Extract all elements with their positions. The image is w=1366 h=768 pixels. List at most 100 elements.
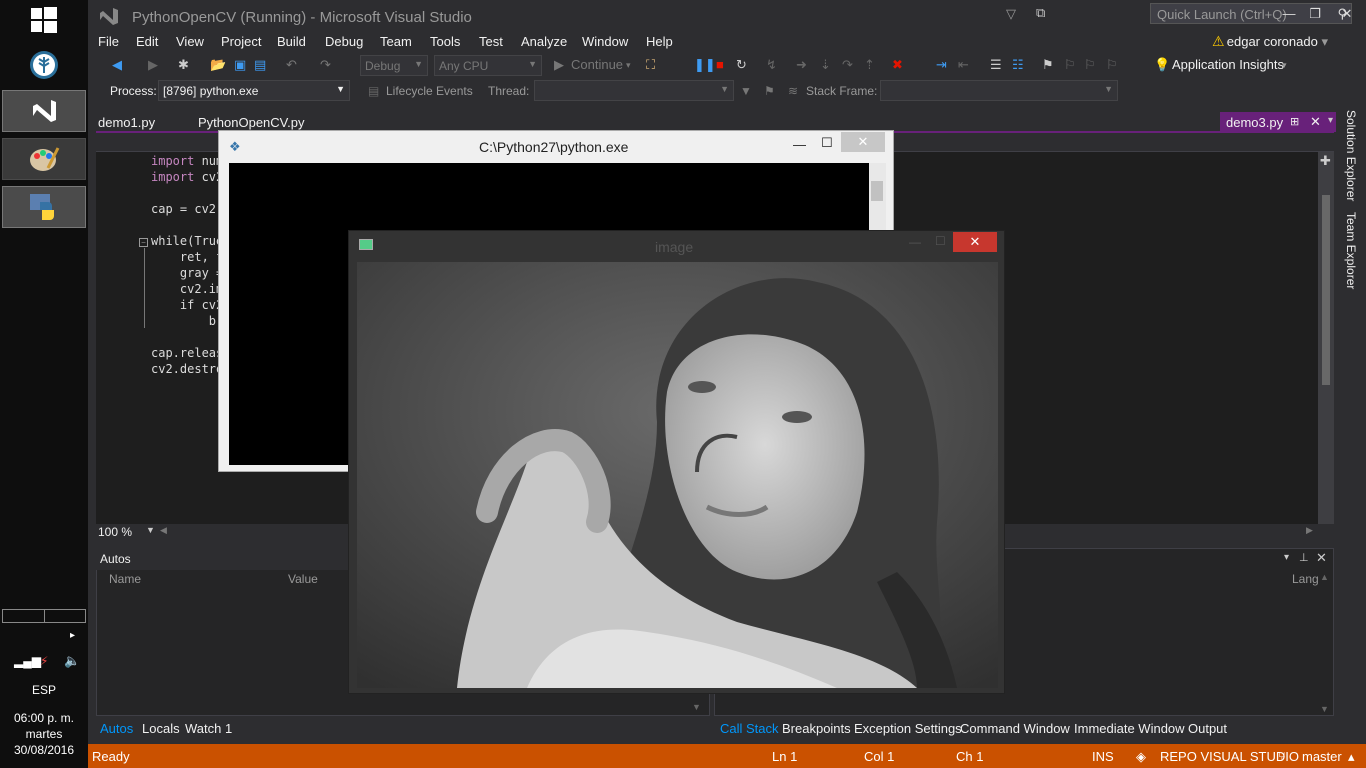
column-name[interactable]: Name <box>109 572 141 586</box>
tab-immediate-window[interactable]: Immediate Window <box>1074 721 1185 736</box>
continue-icon[interactable]: ▶ <box>554 57 564 73</box>
filter-icon[interactable]: ▼ <box>740 84 752 98</box>
menu-debug[interactable]: Debug <box>325 34 363 49</box>
outdent-icon[interactable]: ⇤ <box>958 57 969 73</box>
scroll-down-icon[interactable]: ▼ <box>1320 704 1329 714</box>
pin-icon[interactable]: ⊞ <box>1290 115 1299 128</box>
new-project-icon[interactable]: ✱ <box>178 57 189 73</box>
language-indicator[interactable]: ESP <box>0 683 88 697</box>
panel-menu-icon[interactable]: ▾ <box>1284 552 1289 563</box>
tab-watch1[interactable]: Watch 1 <box>185 721 232 736</box>
tab-locals[interactable]: Locals <box>142 721 180 736</box>
close-tab-icon[interactable]: ✕ <box>1310 114 1321 130</box>
tab-pythonopencv[interactable]: PythonOpenCV.py <box>198 115 304 130</box>
comment-icon[interactable]: ☰ <box>990 57 1002 73</box>
scroll-up-icon[interactable]: ▲ <box>1320 572 1329 582</box>
format-icon[interactable]: ⇥ <box>936 57 947 73</box>
menu-help[interactable]: Help <box>646 34 673 49</box>
next-bookmark-icon[interactable]: ⚐ <box>1084 57 1096 73</box>
tab-call-stack[interactable]: Call Stack <box>720 721 779 736</box>
menu-team[interactable]: Team <box>380 34 412 49</box>
zoom-level[interactable]: 100 % <box>98 525 132 539</box>
minimize-button[interactable]: — <box>793 137 806 152</box>
scroll-right-icon[interactable]: ▶ <box>1306 525 1313 536</box>
taskbar-app-tree[interactable] <box>0 48 88 82</box>
console-titlebar[interactable]: ❖ C:\Python27\python.exe — ☐ ✕ <box>219 131 893 163</box>
menu-analyze[interactable]: Analyze <box>521 34 567 49</box>
user-account[interactable]: edgar coronado ▾ <box>1227 34 1328 50</box>
restart-icon[interactable]: ↻ <box>736 57 747 73</box>
branch-icon[interactable]: ⑂ <box>1278 749 1286 764</box>
step-into-icon[interactable]: ➜ <box>796 57 807 73</box>
menu-view[interactable]: View <box>176 34 204 49</box>
tab-demo1[interactable]: demo1.py <box>98 115 155 130</box>
menu-build[interactable]: Build <box>277 34 306 49</box>
chevron-down-icon[interactable]: ▼ <box>146 525 155 535</box>
clock-time[interactable]: 06:00 p. m. <box>0 711 88 725</box>
collapse-icon[interactable]: − <box>139 238 148 247</box>
start-button[interactable] <box>0 4 88 36</box>
scroll-left-icon[interactable]: ◀ <box>160 525 167 536</box>
application-insights-button[interactable]: Application Insights <box>1172 57 1284 72</box>
maximize-button[interactable]: ☐ <box>821 135 833 151</box>
pause-icon[interactable]: ❚❚ <box>694 57 716 73</box>
menu-project[interactable]: Project <box>221 34 261 49</box>
filter-icon[interactable]: ▽ <box>1006 6 1016 22</box>
process-dropdown[interactable]: [8796] python.exe ▼ <box>158 80 350 101</box>
power-icon[interactable]: ⚡ <box>40 654 48 668</box>
save-all-icon[interactable]: ▤ <box>254 57 266 73</box>
column-value[interactable]: Value <box>288 572 318 586</box>
menu-edit[interactable]: Edit <box>136 34 158 49</box>
thread-dropdown[interactable]: ▼ <box>534 80 734 101</box>
minimize-button[interactable]: — <box>1276 4 1302 24</box>
prev-bookmark-icon[interactable]: ⚐ <box>1064 57 1076 73</box>
taskbar-app-visual-studio[interactable] <box>2 90 86 132</box>
platform-dropdown[interactable]: Any CPU ▼ <box>434 55 542 76</box>
attach-icon[interactable]: ⛶ <box>646 57 655 73</box>
minimize-button[interactable]: — <box>909 235 921 249</box>
close-panel-icon[interactable]: ✕ <box>1316 550 1327 566</box>
split-icon[interactable]: ✚ <box>1320 153 1331 169</box>
pin-icon[interactable]: ⊥ <box>1299 551 1309 564</box>
solution-explorer-tab[interactable]: Solution Explorer <box>1344 110 1358 201</box>
scrollbar-thumb[interactable] <box>1322 195 1330 385</box>
tab-exception-settings[interactable]: Exception Settings <box>854 721 962 736</box>
redo-icon[interactable]: ↷ <box>320 57 331 73</box>
console-scroll-thumb[interactable] <box>871 181 883 201</box>
taskbar-app-python[interactable] <box>2 186 86 228</box>
restore-button[interactable]: ❐ <box>1302 4 1328 24</box>
team-explorer-tab[interactable]: Team Explorer <box>1344 212 1358 289</box>
stack-frame-dropdown[interactable]: ▼ <box>880 80 1118 101</box>
step-out-icon[interactable]: ↷ <box>842 57 853 73</box>
undo-icon[interactable]: ↶ <box>286 57 297 73</box>
stop-icon[interactable]: ■ <box>716 57 724 72</box>
close-button[interactable]: ✕ <box>953 232 997 252</box>
continue-button[interactable]: Continue <box>571 57 623 72</box>
tab-output[interactable]: Output <box>1188 721 1227 736</box>
flag-icon[interactable]: ⚑ <box>764 84 775 98</box>
repo-icon[interactable]: ◈ <box>1136 749 1146 765</box>
taskbar-app-paint[interactable] <box>2 138 86 180</box>
show-hidden-icons-arrow[interactable]: ▸ <box>70 630 75 641</box>
tab-autos[interactable]: Autos <box>100 721 133 736</box>
warning-icon[interactable]: ⚠ <box>1212 33 1225 50</box>
lifecycle-events-button[interactable]: Lifecycle Events <box>386 84 473 98</box>
menu-window[interactable]: Window <box>582 34 628 49</box>
maximize-button[interactable]: ☐ <box>935 234 946 248</box>
threads-icon[interactable]: ≋ <box>788 84 798 98</box>
tab-command-window[interactable]: Command Window <box>960 721 1070 736</box>
tab-overflow-icon[interactable]: ▾ <box>1328 115 1333 126</box>
tab-breakpoints[interactable]: Breakpoints <box>782 721 851 736</box>
forward-icon[interactable]: ▶ <box>148 57 158 73</box>
close-button[interactable]: ✕ <box>841 132 885 152</box>
close-button[interactable]: ✕ <box>1334 4 1360 24</box>
notifications-icon[interactable]: ⧉ <box>1036 5 1045 21</box>
menu-file[interactable]: File <box>98 34 119 49</box>
open-file-icon[interactable]: 📂 <box>210 57 226 73</box>
lightbulb-icon[interactable]: 💡 <box>1154 57 1170 73</box>
bookmark-icon[interactable]: ⚑ <box>1042 57 1054 73</box>
breakpoints-icon[interactable]: ✖ <box>892 57 903 73</box>
uncomment-icon[interactable]: ☷ <box>1012 57 1024 73</box>
network-icon[interactable]: ▂▄▆ <box>14 654 41 668</box>
column-language[interactable]: Lang <box>1292 572 1319 586</box>
